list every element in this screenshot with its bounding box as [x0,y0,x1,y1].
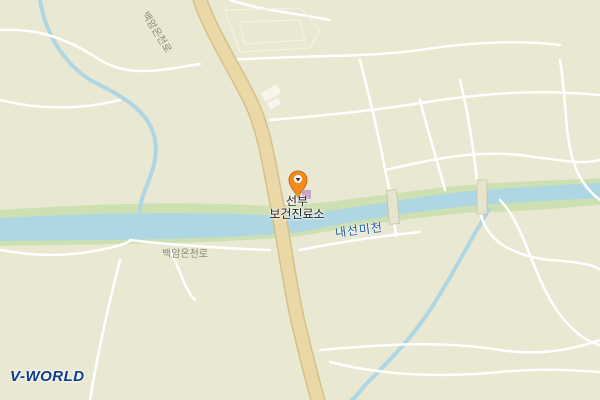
building-outline [224,7,321,53]
vworld-logo: V-WORLD [10,368,85,385]
minor-road [328,360,600,377]
minor-road [228,41,562,62]
stream [38,0,158,213]
road-label-south: 백암온천로 [162,249,208,260]
minor-road [418,98,447,192]
minor-road [268,91,600,122]
minor-road [0,98,122,109]
map-canvas[interactable]: 백암온천로 백암온천로 선부 보건진료소 내선미천 V-WORLD [0,0,600,400]
bridge [476,179,488,215]
poi-label-line2: 보건진료소 [269,207,325,221]
minor-road [498,198,600,347]
poi-label[interactable]: 선부 보건진료소 [262,195,332,221]
minor-road [88,258,122,400]
minor-road [383,152,600,172]
minor-road [318,338,600,354]
